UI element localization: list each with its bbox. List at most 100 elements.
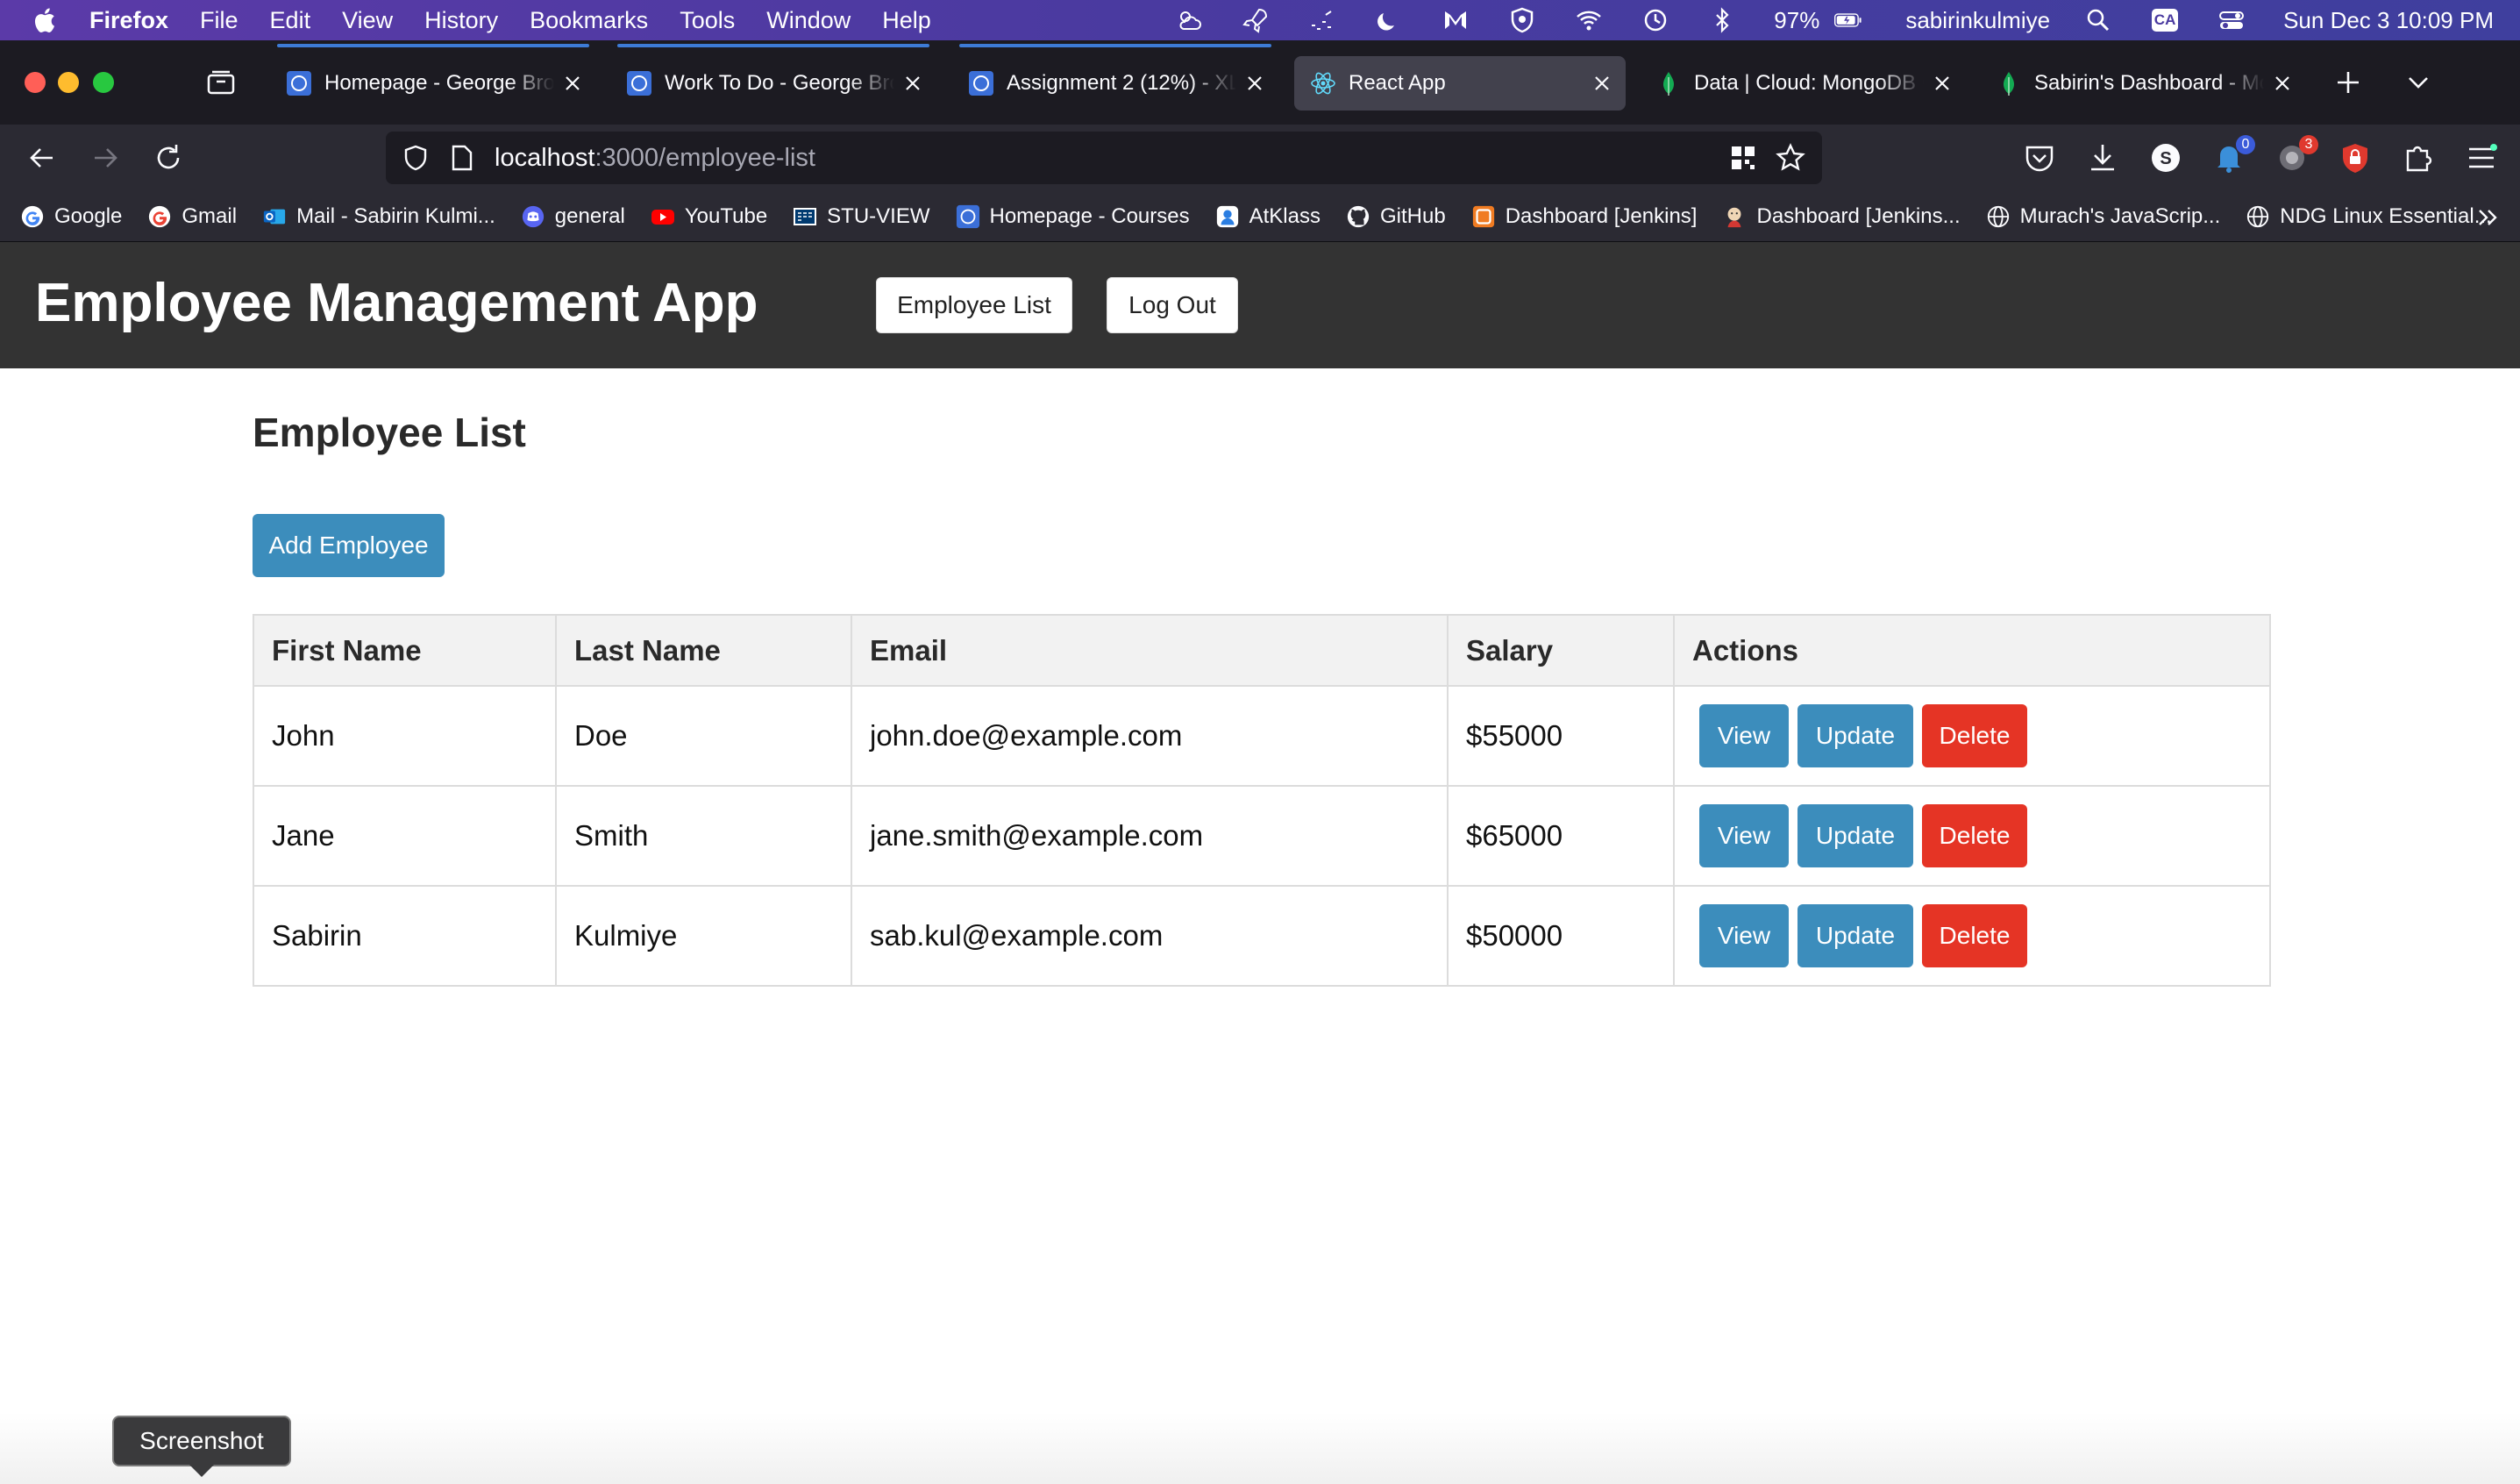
delete-button[interactable]: Delete — [1922, 904, 2027, 967]
malwarebytes-icon[interactable] — [1441, 5, 1470, 35]
vpn-shield-icon[interactable] — [1507, 5, 1537, 35]
tab-homepage-george-brown[interactable]: Homepage - George Brown — [270, 44, 596, 111]
app-menu-hamburger-icon[interactable] — [2464, 140, 2499, 175]
moon-icon[interactable] — [1374, 5, 1404, 35]
spotlight-search-icon[interactable] — [2083, 5, 2113, 35]
log-out-button[interactable]: Log Out — [1107, 277, 1238, 333]
menu-file[interactable]: File — [200, 7, 238, 34]
reload-icon[interactable] — [151, 140, 186, 175]
activity-icon[interactable] — [1307, 5, 1337, 35]
cell-salary: $65000 — [1447, 785, 1675, 887]
bluetooth-icon[interactable] — [1707, 5, 1737, 35]
url-bar[interactable]: localhost:3000/employee-list — [386, 132, 1822, 184]
bookmark-stu-view[interactable]: STU-VIEW — [792, 203, 930, 230]
bookmark-youtube[interactable]: YouTube — [650, 203, 767, 230]
tab-label: React App — [1349, 71, 1446, 95]
view-button[interactable]: View — [1699, 804, 1789, 867]
lock-extension-icon[interactable] — [2338, 140, 2373, 175]
window-minimize-button[interactable] — [58, 72, 79, 93]
tab-work-to-do[interactable]: Work To Do - George Brown — [610, 44, 936, 111]
tab-close-icon[interactable] — [1242, 70, 1268, 96]
tab-mongodb-cloud[interactable]: Data | Cloud: MongoDB Cloud — [1640, 56, 1966, 111]
tab-react-app[interactable]: React App — [1294, 56, 1626, 111]
extension-badge-count: 3 — [2299, 135, 2318, 154]
add-employee-button[interactable]: Add Employee — [253, 514, 445, 577]
url-text[interactable]: localhost:3000/employee-list — [495, 144, 815, 173]
bookmark-gmail[interactable]: Gmail — [146, 203, 237, 230]
view-button[interactable]: View — [1699, 904, 1789, 967]
update-button[interactable]: Update — [1797, 704, 1913, 767]
extension-status-icon[interactable]: 3 — [2274, 135, 2318, 175]
bookmark-outlook-mail[interactable]: Mail - Sabirin Kulmi... — [261, 203, 495, 230]
navigation-toolbar: localhost:3000/employee-list S 0 3 — [0, 125, 2520, 191]
bookmark-label: AtKlass — [1249, 203, 1321, 228]
input-source-label: CA — [2153, 11, 2176, 28]
battery-icon[interactable] — [1828, 5, 1869, 35]
delete-button[interactable]: Delete — [1922, 804, 2027, 867]
bookmark-homepage-courses[interactable]: Homepage - Courses — [955, 203, 1190, 230]
control-center-icon[interactable] — [2217, 5, 2246, 35]
table-row: John Doe john.doe@example.com $55000 Vie… — [253, 685, 2271, 787]
tab-sabirins-dashboard[interactable]: Sabirin's Dashboard - MongoDB — [1980, 56, 2306, 111]
bookmark-jenkins-dashboard-2[interactable]: Dashboard [Jenkins... — [1721, 203, 1961, 230]
tab-assignment-2[interactable]: Assignment 2 (12%) - XLIS — [952, 44, 1278, 111]
bookmark-github[interactable]: GitHub — [1345, 203, 1446, 230]
cell-last-name: Kulmiye — [555, 885, 852, 987]
firefox-view-icon[interactable] — [205, 67, 237, 98]
employee-list-nav-button[interactable]: Employee List — [876, 277, 1072, 333]
back-arrow-icon[interactable] — [25, 140, 60, 175]
view-button[interactable]: View — [1699, 704, 1789, 767]
update-button[interactable]: Update — [1797, 804, 1913, 867]
bookmark-star-icon[interactable] — [1775, 142, 1806, 174]
menu-app-name[interactable]: Firefox — [89, 7, 168, 34]
bookmark-jenkins-dashboard[interactable]: Dashboard [Jenkins] — [1470, 203, 1697, 230]
menu-view[interactable]: View — [342, 7, 393, 34]
extensions-puzzle-icon[interactable] — [2401, 140, 2436, 175]
rocket-icon[interactable] — [1241, 5, 1271, 35]
wifi-icon[interactable] — [1574, 5, 1604, 35]
page-info-icon[interactable] — [449, 144, 475, 172]
bookmark-atklass[interactable]: AtKlass — [1214, 203, 1321, 230]
bookmark-discord-general[interactable]: general — [520, 203, 625, 230]
status-area: 97% sabirinkulmiye CA Sun Dec 3 10:09 PM — [1174, 0, 2520, 40]
bookmark-label: Dashboard [Jenkins... — [1756, 203, 1961, 228]
bookmark-label: GitHub — [1379, 203, 1446, 228]
forward-arrow-icon[interactable] — [88, 140, 123, 175]
downloads-icon[interactable] — [2085, 140, 2120, 175]
tab-close-icon[interactable] — [1589, 70, 1615, 96]
tab-close-icon[interactable] — [1929, 70, 1955, 96]
account-avatar-icon[interactable]: S — [2148, 140, 2183, 175]
google-g-icon — [19, 203, 46, 230]
bookmark-murach-javascript[interactable]: Murach's JavaScrip... — [1985, 203, 2220, 230]
extensions-grid-icon[interactable] — [1729, 144, 1757, 172]
weather-icon[interactable] — [1174, 5, 1204, 35]
tab-close-icon[interactable] — [900, 70, 926, 96]
bookmark-google[interactable]: Google — [19, 203, 122, 230]
menu-user-name[interactable]: sabirinkulmiye — [1905, 7, 2050, 34]
bookmarks-overflow-chevron-icon[interactable] — [2474, 203, 2502, 232]
window-zoom-button[interactable] — [93, 72, 114, 93]
menu-bookmarks[interactable]: Bookmarks — [530, 7, 648, 34]
apple-logo-icon[interactable] — [32, 5, 58, 35]
menu-window[interactable]: Window — [766, 7, 851, 34]
menu-clock[interactable]: Sun Dec 3 10:09 PM — [2283, 7, 2494, 34]
window-close-button[interactable] — [25, 72, 46, 93]
time-machine-icon[interactable] — [1641, 5, 1670, 35]
cell-actions: View Update Delete — [1673, 885, 2271, 987]
menu-help[interactable]: Help — [882, 7, 931, 34]
pocket-icon[interactable] — [2022, 140, 2057, 175]
tab-close-icon[interactable] — [2269, 70, 2296, 96]
new-tab-plus-icon[interactable] — [2331, 65, 2366, 100]
globe-icon — [1985, 203, 2011, 230]
bookmark-ndg-linux[interactable]: NDG Linux Essential... — [2245, 203, 2492, 230]
extension-notification-icon[interactable]: 0 — [2211, 135, 2255, 175]
menu-history[interactable]: History — [424, 7, 498, 34]
tracking-protection-shield-icon[interactable] — [402, 144, 430, 172]
input-source-icon[interactable]: CA — [2150, 5, 2180, 35]
update-button[interactable]: Update — [1797, 904, 1913, 967]
list-all-tabs-chevron-down-icon[interactable] — [2401, 65, 2436, 100]
menu-tools[interactable]: Tools — [680, 7, 735, 34]
tab-close-icon[interactable] — [559, 70, 586, 96]
delete-button[interactable]: Delete — [1922, 704, 2027, 767]
menu-edit[interactable]: Edit — [270, 7, 311, 34]
